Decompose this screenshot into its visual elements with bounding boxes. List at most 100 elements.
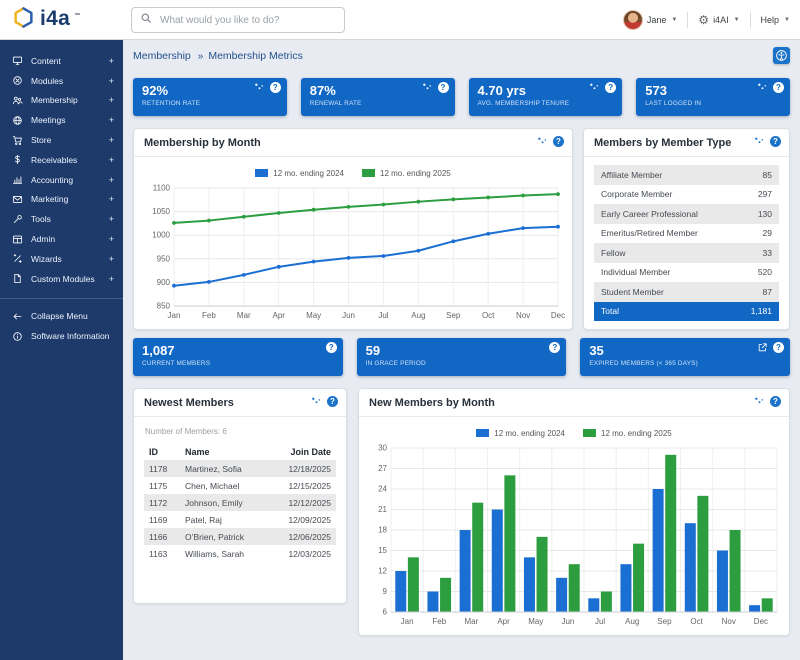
expand-plus-icon[interactable]: + — [109, 194, 114, 204]
member-type-label: Fellow — [601, 248, 626, 258]
member-type-count: 297 — [758, 189, 772, 199]
cart-icon — [11, 135, 23, 146]
accessibility-button[interactable] — [773, 47, 790, 64]
kpi-label: AVG. MEMBERSHIP TENURE — [478, 100, 614, 107]
newest-members-table: IDNameJoin Date1178Martinez, Sofia12/18/… — [144, 443, 336, 562]
expand-plus-icon[interactable]: + — [109, 135, 114, 145]
dollar-icon — [11, 154, 23, 165]
sidebar-item-content[interactable]: Content+ — [0, 51, 123, 71]
expand-plus-icon[interactable]: + — [109, 155, 114, 165]
legend-swatch — [583, 429, 596, 437]
new-members-bar-chart: 6912151821242730JanFebMarAprMayJunJulAug… — [369, 443, 783, 627]
expand-plus-icon[interactable]: + — [109, 95, 114, 105]
legend-swatch — [476, 429, 489, 437]
sidebar-item-accounting[interactable]: Accounting+ — [0, 170, 123, 190]
join-date: 12/15/2025 — [271, 481, 331, 491]
share-dots-icon[interactable] — [589, 82, 600, 93]
svg-text:Aug: Aug — [625, 617, 639, 626]
expand-plus-icon[interactable]: + — [109, 76, 114, 86]
sidebar-item-software-information[interactable]: Software Information — [0, 326, 123, 346]
logo[interactable]: i4a — [12, 6, 80, 34]
share-dots-icon[interactable] — [254, 82, 265, 93]
help-icon[interactable]: ? — [326, 342, 337, 353]
help-icon[interactable]: ? — [270, 82, 281, 93]
expand-plus-icon[interactable]: + — [109, 234, 114, 244]
expand-plus-icon[interactable]: + — [109, 56, 114, 66]
modules-icon — [11, 75, 23, 86]
svg-text:6: 6 — [383, 608, 388, 617]
table-row: Emeritus/Retired Member29 — [594, 224, 779, 244]
total-label: Total — [601, 306, 619, 316]
legend-label: 12 mo. ending 2024 — [494, 429, 565, 438]
svg-text:Jul: Jul — [595, 617, 605, 626]
expand-plus-icon[interactable]: + — [109, 115, 114, 125]
table-row: Early Career Professional130 — [594, 204, 779, 224]
sidebar-item-wizards[interactable]: Wizards+ — [0, 249, 123, 269]
expand-plus-icon[interactable]: + — [109, 274, 114, 284]
kpi-card-retention-rate: ?92%RETENTION RATE — [133, 78, 287, 116]
svg-text:9: 9 — [383, 587, 388, 596]
member-id: 1175 — [149, 481, 185, 491]
legend-item: 12 mo. ending 2025 — [362, 169, 451, 178]
svg-text:Jan: Jan — [401, 617, 414, 626]
help-icon[interactable]: ? — [438, 82, 449, 93]
share-dots-icon[interactable] — [537, 136, 548, 147]
envelope-icon — [11, 194, 23, 205]
member-type-table: Affiliate Member85Corporate Member297Ear… — [584, 157, 789, 329]
member-id: 1178 — [149, 464, 185, 474]
sidebar-item-membership[interactable]: Membership+ — [0, 91, 123, 111]
help-icon[interactable]: ? — [553, 136, 564, 147]
member-type-count: 85 — [763, 170, 772, 180]
help-icon[interactable]: ? — [605, 82, 616, 93]
info-icon — [11, 331, 23, 342]
member-type-count: 33 — [763, 248, 772, 258]
expand-plus-icon[interactable]: + — [109, 214, 114, 224]
member-type-label: Emeritus/Retired Member — [601, 228, 698, 238]
expand-plus-icon[interactable]: + — [109, 175, 114, 185]
svg-text:Dec: Dec — [754, 617, 768, 626]
svg-text:Mar: Mar — [237, 311, 251, 320]
help-icon[interactable]: ? — [327, 396, 338, 407]
sidebar-item-marketing[interactable]: Marketing+ — [0, 190, 123, 210]
search-input[interactable] — [158, 14, 336, 27]
user-menu[interactable]: Jane ▼ — [623, 10, 677, 30]
svg-text:Dec: Dec — [551, 311, 565, 320]
sidebar-item-label: Accounting — [31, 175, 109, 185]
sidebar-item-tools[interactable]: Tools+ — [0, 209, 123, 229]
external-link-icon[interactable] — [757, 342, 768, 353]
help-icon[interactable]: ? — [770, 396, 781, 407]
sidebar-item-collapse-menu[interactable]: Collapse Menu — [0, 307, 123, 327]
sidebar-item-label: Store — [31, 135, 109, 145]
sidebar-item-store[interactable]: Store+ — [0, 130, 123, 150]
svg-text:1000: 1000 — [152, 231, 170, 240]
help-icon[interactable]: ? — [773, 342, 784, 353]
sidebar-item-admin[interactable]: Admin+ — [0, 229, 123, 249]
help-icon[interactable]: ? — [770, 136, 781, 147]
share-dots-icon[interactable] — [422, 82, 433, 93]
share-dots-icon[interactable] — [754, 136, 765, 147]
table-row: 1172Johnson, Emily12/12/2025 — [144, 494, 336, 511]
sidebar-item-meetings[interactable]: Meetings+ — [0, 110, 123, 130]
divider — [750, 12, 751, 28]
share-dots-icon[interactable] — [311, 396, 322, 407]
ai-menu[interactable]: ⚙ i4AI ▼ — [698, 14, 739, 26]
member-type-label: Early Career Professional — [601, 209, 698, 219]
share-dots-icon[interactable] — [754, 396, 765, 407]
sidebar-item-modules[interactable]: Modules+ — [0, 71, 123, 91]
sidebar-item-receivables[interactable]: Receivables+ — [0, 150, 123, 170]
help-icon[interactable]: ? — [773, 82, 784, 93]
sidebar-item-custom-modules[interactable]: Custom Modules+ — [0, 269, 123, 289]
sidebar-item-label: Meetings — [31, 115, 109, 125]
sidebar-footer: Collapse MenuSoftware Information — [0, 307, 123, 347]
svg-text:Oct: Oct — [690, 617, 703, 626]
expand-plus-icon[interactable]: + — [109, 254, 114, 264]
newest-members-body: Number of Members: 6 IDNameJoin Date1178… — [134, 417, 346, 570]
header: i4a Jane ▼ ⚙ i4AI ▼ — [0, 0, 800, 40]
breadcrumb-parent[interactable]: Membership — [133, 50, 191, 62]
breadcrumb-current[interactable]: Membership Metrics — [208, 50, 303, 62]
share-dots-icon[interactable] — [757, 82, 768, 93]
member-id: 1166 — [149, 532, 185, 542]
help-menu[interactable]: Help ▼ — [761, 15, 790, 25]
help-label: Help — [761, 15, 780, 25]
help-icon[interactable]: ? — [549, 342, 560, 353]
